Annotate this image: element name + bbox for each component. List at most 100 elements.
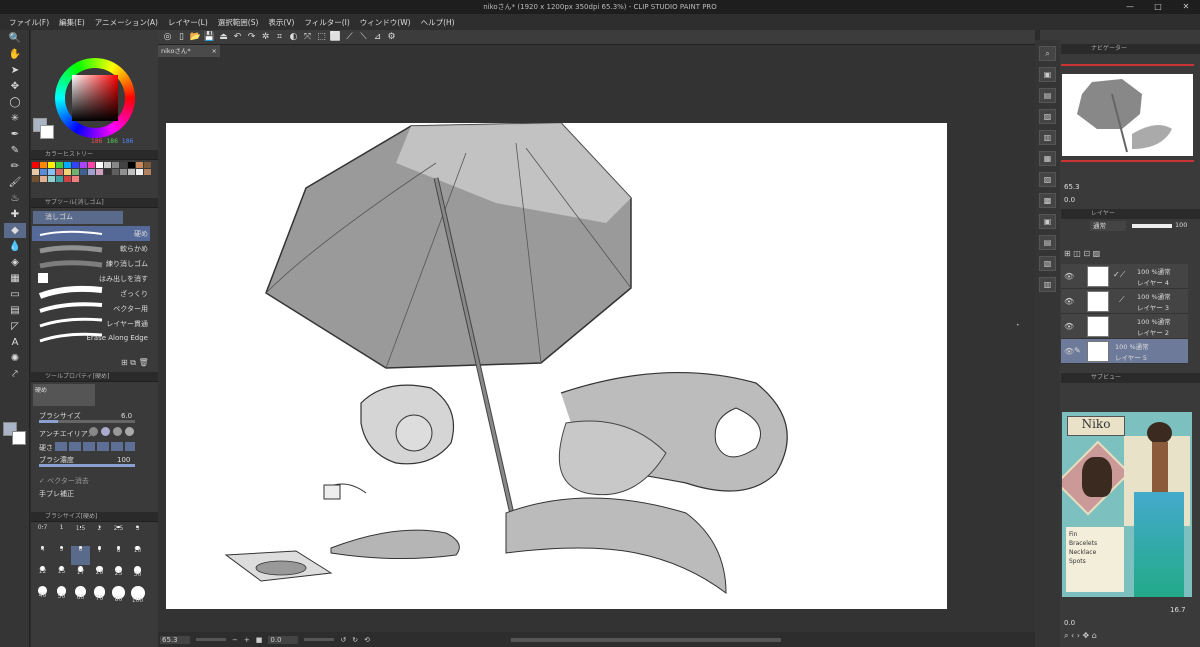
history-swatch[interactable]: [56, 162, 63, 168]
aa-none-icon[interactable]: [89, 427, 98, 436]
antialias-options[interactable]: [89, 427, 134, 436]
brush-size-item[interactable]: 8: [109, 546, 128, 565]
brush-size-item[interactable]: 17: [71, 566, 90, 585]
material-icon[interactable]: ▤: [1039, 88, 1056, 103]
brush-size-item[interactable]: 30: [128, 566, 147, 585]
status-angle[interactable]: 0.0: [268, 635, 299, 644]
pen-tool-icon[interactable]: ✎: [4, 143, 26, 158]
brush-size-item[interactable]: 60: [71, 586, 90, 605]
brush-size-item[interactable]: 15: [52, 566, 71, 585]
pencil-tool-icon[interactable]: ✏: [4, 159, 26, 174]
history-swatch[interactable]: [56, 169, 63, 175]
clip-studio-icon[interactable]: ◎: [162, 32, 173, 43]
visibility-eye-icon[interactable]: 👁: [1064, 322, 1074, 331]
search-icon[interactable]: ⌕: [1039, 46, 1056, 61]
history-swatch[interactable]: [96, 162, 103, 168]
subview-zoom[interactable]: 16.7: [1170, 606, 1186, 614]
history-swatch[interactable]: [72, 162, 79, 168]
horizontal-scrollbar[interactable]: [511, 637, 781, 642]
eyedropper-tool-icon[interactable]: ✒: [4, 127, 26, 142]
history-swatch[interactable]: [48, 176, 55, 182]
brush-size-item[interactable]: 0.7: [33, 525, 52, 545]
snap-special-ruler-icon[interactable]: ⟍: [358, 32, 369, 43]
brush-size-item[interactable]: 4: [33, 546, 52, 565]
brush-size-item[interactable]: 2.5: [109, 526, 128, 545]
material-icon[interactable]: ▣: [1039, 214, 1056, 229]
fill-tool-icon[interactable]: ◈: [4, 255, 26, 270]
fill-icon[interactable]: ◐: [288, 32, 299, 43]
minimize-button[interactable]: —: [1116, 0, 1144, 14]
open-file-icon[interactable]: 📂: [190, 32, 201, 43]
brush-size-item[interactable]: 2: [90, 525, 109, 545]
move-layer-tool-icon[interactable]: ✥: [4, 79, 26, 94]
color-history-swatches[interactable]: [32, 162, 157, 197]
brush-size-item[interactable]: 50: [52, 586, 71, 605]
menu-file[interactable]: ファイル(F): [4, 17, 54, 28]
layer-row-3[interactable]: 👁 ⟋ 100 %通常 レイヤー 3: [1061, 289, 1188, 314]
brush-size-item[interactable]: 70: [90, 586, 109, 605]
reset-rotation-icon[interactable]: ⟲: [364, 636, 370, 644]
visibility-eye-icon[interactable]: 👁: [1064, 297, 1074, 306]
fit-icon[interactable]: ■: [256, 636, 263, 644]
navigator-angle[interactable]: 0.0: [1064, 196, 1075, 204]
hand-tool-icon[interactable]: ✋: [4, 47, 26, 62]
clear-outside-icon[interactable]: ⌗: [274, 32, 285, 43]
layer-row-2[interactable]: 👁 100 %通常 レイヤー 2: [1061, 314, 1188, 339]
text-tool-icon[interactable]: A: [4, 335, 26, 350]
history-swatch[interactable]: [40, 162, 47, 168]
material-icon[interactable]: ▩: [1039, 193, 1056, 208]
brush-size-item[interactable]: 3: [128, 526, 147, 545]
new-file-icon[interactable]: ▯: [176, 32, 187, 43]
navigator-zoom[interactable]: 65.3: [1064, 183, 1080, 191]
blend-tool-icon[interactable]: 💧: [4, 239, 26, 254]
layer-row-5[interactable]: 👁 ✎ 100 %通常 レイヤー 5: [1061, 339, 1188, 364]
history-swatch[interactable]: [64, 162, 71, 168]
snap-grid-icon[interactable]: ⊿: [372, 32, 383, 43]
menu-layer[interactable]: レイヤー(L): [163, 17, 213, 28]
material-icon[interactable]: ▨: [1039, 172, 1056, 187]
saturation-value-square[interactable]: [72, 75, 118, 121]
subview-reference-image[interactable]: Niko Fin Bracelets Necklace Spots: [1062, 412, 1192, 597]
material-icon[interactable]: ▧: [1039, 256, 1056, 271]
brush-size-item[interactable]: 100: [128, 586, 147, 605]
history-swatch[interactable]: [40, 169, 47, 175]
clear-icon[interactable]: ✲: [260, 32, 271, 43]
material-icon[interactable]: ▧: [1039, 109, 1056, 124]
hardness-slider[interactable]: [55, 442, 135, 451]
maximize-button[interactable]: □: [1144, 0, 1172, 14]
selection-tool-icon[interactable]: ◯: [4, 95, 26, 110]
navigator-preview[interactable]: [1062, 74, 1193, 156]
material-icon[interactable]: ▣: [1039, 67, 1056, 82]
blend-mode-select[interactable]: 通常: [1090, 221, 1126, 231]
visibility-eye-icon[interactable]: 👁: [1064, 272, 1074, 281]
menu-help[interactable]: ヘルプ(H): [416, 17, 460, 28]
snap-ruler-icon[interactable]: ⟋: [344, 32, 355, 43]
vector-erase-row[interactable]: ✓ ベクター消去: [39, 476, 89, 486]
brush-size-slider[interactable]: [39, 420, 135, 423]
save-icon[interactable]: 💾: [204, 32, 215, 43]
history-swatch[interactable]: [144, 169, 151, 175]
rotate-slider[interactable]: [304, 638, 335, 641]
history-swatch[interactable]: [72, 176, 79, 182]
zoom-tool-icon[interactable]: 🔍: [4, 31, 26, 46]
ruler-tool-icon[interactable]: ◸: [4, 319, 26, 334]
tab-navigator[interactable]: ナビゲーター: [1091, 45, 1127, 52]
history-swatch[interactable]: [40, 176, 47, 182]
transform-icon[interactable]: ⤧: [302, 32, 313, 43]
material-icon[interactable]: ▤: [1039, 235, 1056, 250]
close-button[interactable]: ✕: [1172, 0, 1200, 14]
figure-tool-icon[interactable]: ▭: [4, 287, 26, 302]
eraser-tool-icon[interactable]: ◆: [4, 223, 26, 238]
menu-window[interactable]: ウィンドウ(W): [355, 17, 416, 28]
history-swatch[interactable]: [56, 176, 63, 182]
redo-icon[interactable]: ↷: [246, 32, 257, 43]
history-swatch[interactable]: [80, 169, 87, 175]
opacity-slider[interactable]: [1132, 224, 1172, 228]
history-swatch[interactable]: [64, 176, 71, 182]
brush-size-item[interactable]: 10: [128, 546, 147, 565]
density-slider[interactable]: [39, 464, 135, 467]
undo-icon[interactable]: ↶: [232, 32, 243, 43]
zoom-slider[interactable]: [196, 638, 226, 641]
history-swatch[interactable]: [120, 169, 127, 175]
correct-line-tool-icon[interactable]: ⤤: [4, 367, 26, 382]
